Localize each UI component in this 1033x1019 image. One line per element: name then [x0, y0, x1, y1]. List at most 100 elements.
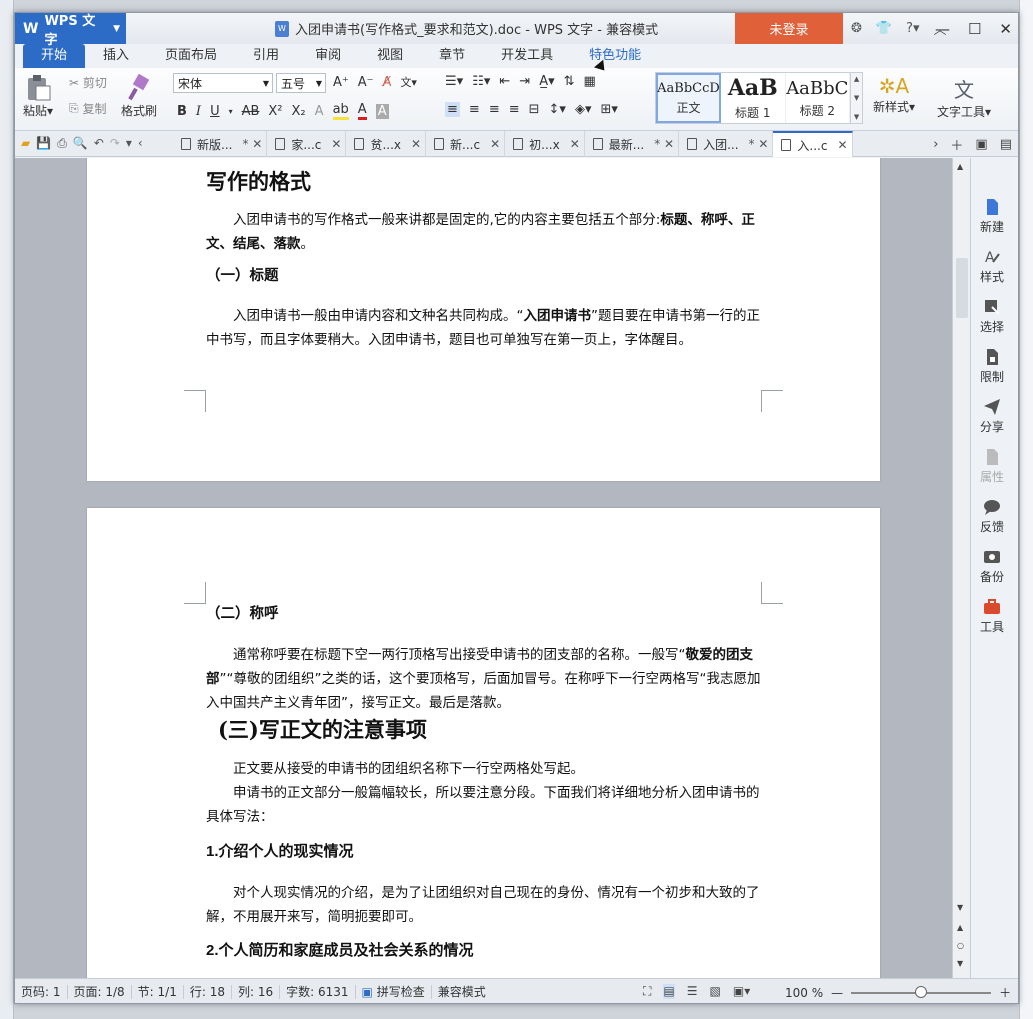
fullscreen-icon[interactable]: ⛶ — [643, 984, 651, 999]
tab-insert[interactable]: 插入 — [85, 44, 147, 68]
sort-icon[interactable]: ⇅ — [564, 74, 575, 89]
subscript-icon[interactable]: X₂ — [292, 104, 306, 119]
side-share-button[interactable]: 分享 — [971, 398, 1013, 435]
side-feedback-button[interactable]: 反馈 — [971, 498, 1013, 535]
highlight-icon[interactable]: ab — [332, 102, 349, 120]
vertical-scrollbar[interactable]: ▲ ▼ ▲ ○ ▼ — [952, 158, 970, 978]
print-icon[interactable]: ⎙ — [57, 136, 67, 151]
copy-button[interactable]: ⎘ 复制 — [69, 100, 106, 117]
style-heading-2[interactable]: AaBbC 标题 2 — [786, 73, 851, 123]
tab-close-icon[interactable]: ✕ — [570, 137, 580, 151]
align-left-icon[interactable]: ≡ — [445, 102, 460, 117]
shrink-font-icon[interactable]: A⁻ — [358, 75, 374, 90]
new-style-button[interactable]: ✲A 新样式▾ — [873, 74, 915, 115]
tab-panel-icon[interactable]: ▤ — [1000, 137, 1012, 152]
font-color-icon[interactable]: A — [357, 102, 367, 120]
login-button[interactable]: 未登录 — [735, 13, 843, 44]
scroll-down-icon[interactable]: ▼ — [957, 903, 963, 912]
zoom-in-icon[interactable]: ＋ — [999, 984, 1011, 1001]
format-painter-button[interactable]: 格式刷 — [121, 74, 157, 119]
web-view-icon[interactable]: ▧ — [710, 984, 721, 999]
clear-format-icon[interactable]: A̸ — [383, 75, 392, 90]
reading-view-icon[interactable]: ▣▾ — [733, 984, 750, 999]
tab-close-icon[interactable]: * ✕ — [749, 137, 769, 151]
doc-tab[interactable]: 初...x ✕ — [505, 131, 585, 157]
customize-icon[interactable]: ▾ — [126, 136, 132, 151]
shirt-icon[interactable]: 👕 — [876, 21, 892, 36]
tab-close-icon[interactable]: ✕ — [490, 137, 500, 151]
undo-icon[interactable]: ↶ — [94, 136, 104, 151]
line-spacing-icon[interactable]: ↕▾ — [549, 102, 566, 117]
side-style-button[interactable]: A 样式 — [971, 248, 1013, 285]
tab-special-features[interactable]: 特色功能 — [571, 44, 659, 68]
zoom-slider-handle[interactable] — [915, 985, 928, 998]
document-area[interactable]: 写作的格式 入团申请书的写作格式一般来讲都是固定的,它的内容主要包括五个部分:标… — [15, 158, 952, 978]
style-heading-1[interactable]: AaB 标题 1 — [721, 73, 786, 123]
tab-references[interactable]: 引用 — [235, 44, 297, 68]
case-icon[interactable]: A̲▾ — [539, 74, 554, 89]
help-button[interactable]: ?▾ — [906, 21, 919, 36]
status-spell-check[interactable]: ▣ 拼写检查 — [356, 984, 432, 999]
side-backup-button[interactable]: 备份 — [971, 548, 1013, 585]
tab-home[interactable]: 开始 — [23, 44, 86, 68]
scroll-up-icon[interactable]: ▲ — [957, 162, 963, 171]
maximize-icon[interactable]: ☐ — [968, 20, 981, 38]
align-center-icon[interactable]: ≡ — [469, 102, 480, 117]
grow-font-icon[interactable]: A⁺ — [333, 75, 349, 90]
skin-icon[interactable]: ❂ — [851, 21, 862, 36]
select-browse-icon[interactable]: ○ — [957, 941, 964, 950]
open-folder-icon[interactable]: ▰ — [21, 136, 30, 151]
side-tools-button[interactable]: 工具 — [971, 598, 1013, 635]
tab-chapter[interactable]: 章节 — [421, 44, 483, 68]
increase-indent-icon[interactable]: ⇥ — [519, 74, 530, 89]
border-icon[interactable]: ⊞▾ — [600, 102, 617, 117]
tab-close-icon[interactable]: ✕ — [331, 137, 341, 151]
tab-developer[interactable]: 开发工具 — [483, 44, 571, 68]
text-tools-button[interactable]: 文 文字工具▾ — [937, 74, 991, 120]
tab-view[interactable]: 视图 — [359, 44, 421, 68]
font-size-select[interactable]: 五号 ▼ — [276, 73, 326, 93]
new-tab-icon[interactable]: ＋ — [950, 135, 963, 154]
distribute-icon[interactable]: ⊟ — [529, 102, 540, 117]
minimize-icon[interactable]: — — [935, 20, 950, 38]
side-select-button[interactable]: 选择 — [971, 298, 1013, 335]
close-icon[interactable]: ✕ — [999, 20, 1012, 38]
tab-scroll-left-icon[interactable]: ‹ — [138, 136, 143, 151]
style-gallery-scroll[interactable]: ▲ ▼ ▼ — [850, 73, 863, 123]
redo-icon[interactable]: ↷ — [110, 136, 120, 151]
doc-tab[interactable]: 最新... * ✕ — [585, 131, 680, 157]
app-menu-button[interactable]: W WPS 文字 ▼ — [15, 13, 126, 48]
zoom-out-icon[interactable]: — — [831, 986, 843, 1000]
page-view-icon[interactable]: ▤ — [663, 984, 675, 999]
text-effect-icon[interactable]: A — [315, 104, 324, 119]
doc-tab[interactable]: 新...c ✕ — [426, 131, 506, 157]
strikethrough-icon[interactable]: AB — [242, 104, 260, 119]
doc-tab[interactable]: 贫...x ✕ — [346, 131, 427, 157]
pinyin-icon[interactable]: 文▾ — [400, 74, 417, 90]
superscript-icon[interactable]: X² — [268, 104, 282, 119]
side-new-button[interactable]: 新建 — [971, 198, 1013, 235]
italic-icon[interactable]: I — [196, 104, 201, 119]
print-preview-icon[interactable]: 🔍 — [73, 136, 88, 151]
tab-close-icon[interactable]: * ✕ — [654, 137, 674, 151]
bold-icon[interactable]: B — [177, 104, 187, 119]
doc-tab-active[interactable]: 入...c ✕ — [773, 131, 853, 157]
decrease-indent-icon[interactable]: ⇤ — [499, 74, 510, 89]
tab-close-icon[interactable]: * ✕ — [242, 137, 262, 151]
numbered-list-icon[interactable]: ☷▾ — [472, 74, 490, 89]
bullet-list-icon[interactable]: ☰▾ — [445, 74, 463, 89]
tab-review[interactable]: 审阅 — [297, 44, 359, 68]
doc-tab[interactable]: 入团... * ✕ — [679, 131, 774, 157]
side-properties-button[interactable]: 属性 — [971, 448, 1013, 485]
char-shading-icon[interactable]: A — [375, 103, 389, 119]
zoom-level[interactable]: 100 % — [785, 986, 823, 1000]
save-icon[interactable]: 💾 — [36, 136, 51, 151]
align-right-icon[interactable]: ≡ — [489, 102, 500, 117]
doc-tab[interactable]: 新版... * ✕ — [173, 131, 268, 157]
table-icon[interactable]: ▦ — [584, 74, 596, 89]
style-normal[interactable]: AaBbCcD 正文 — [656, 73, 721, 123]
doc-tab[interactable]: 家...c ✕ — [267, 131, 347, 157]
paste-button[interactable]: 粘贴▾ — [23, 74, 53, 119]
tab-page-layout[interactable]: 页面布局 — [147, 44, 235, 68]
shading-icon[interactable]: ◈▾ — [575, 102, 592, 117]
